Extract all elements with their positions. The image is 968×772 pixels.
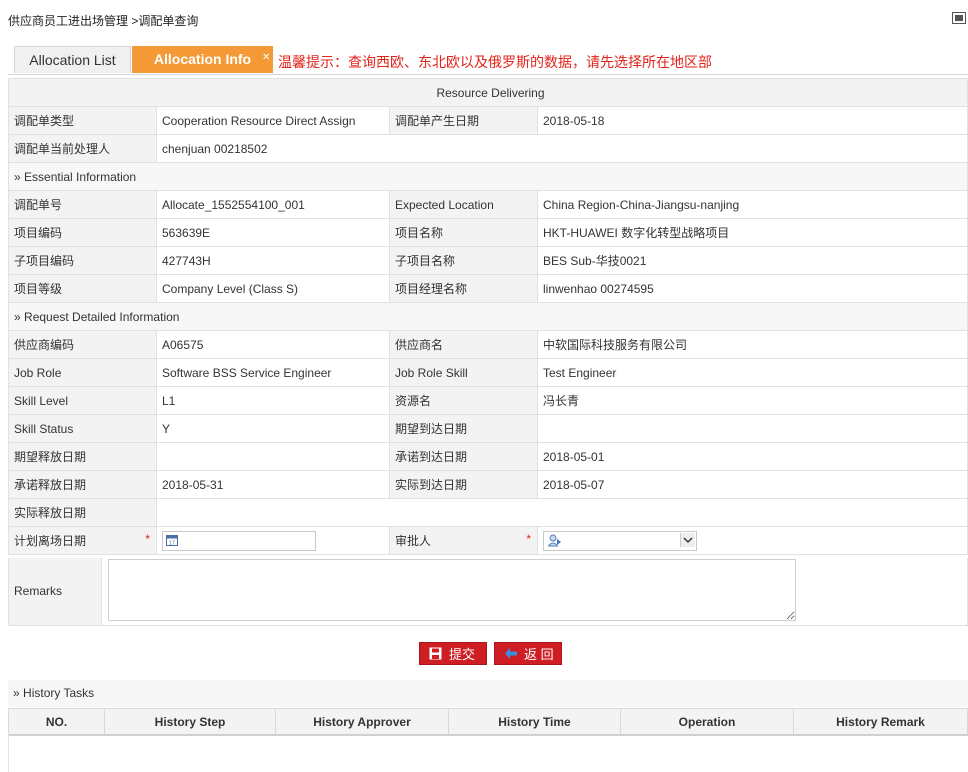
submit-button[interactable]: 提交: [419, 642, 487, 665]
submit-label: 提交: [449, 647, 476, 662]
subproject-name-label: 子项目名称: [389, 246, 538, 275]
approver-select[interactable]: [543, 530, 697, 551]
project-name-label: 项目名称: [389, 218, 538, 247]
subproject-code-value: 427743H: [156, 246, 390, 275]
skill-status-value: Y: [156, 414, 390, 443]
approver-cell-value: [537, 526, 968, 555]
supplier-name-label: 供应商名: [389, 330, 538, 359]
breadcrumb: 供应商员工进出场管理 >调配单查询: [8, 14, 199, 28]
expect-arrive-label: 期望到达日期: [389, 414, 538, 443]
skill-level-value: L1: [156, 386, 390, 415]
handler-value: chenjuan 00218502: [156, 134, 968, 163]
handler-label: 调配单当前处理人: [8, 134, 157, 163]
plan-leave-cell: 计划离场日期 *: [8, 526, 157, 555]
expect-release-value: [156, 442, 390, 471]
promise-arrive-value: 2018-05-01: [537, 442, 968, 471]
back-arrow-icon: [505, 648, 517, 659]
type-value: Cooperation Resource Direct Assign: [156, 106, 390, 135]
project-name-value: HKT-HUAWEI 数字化转型战略项目: [537, 218, 968, 247]
required-mark: *: [526, 532, 531, 546]
promise-release-value: 2018-05-31: [156, 470, 390, 499]
supplier-code-value: A06575: [156, 330, 390, 359]
approver-cell: 审批人 *: [389, 526, 538, 555]
subproject-code-label: 子项目编码: [8, 246, 157, 275]
tab-allocation-info[interactable]: Allocation Info: [132, 46, 273, 73]
date-label: 调配单产生日期: [389, 106, 538, 135]
required-mark: *: [145, 532, 150, 546]
pm-value: linwenhao 00274595: [537, 274, 968, 303]
history-body: [8, 732, 968, 772]
actual-arrive-value: 2018-05-07: [537, 470, 968, 499]
promise-arrive-label: 承诺到达日期: [389, 442, 538, 471]
remarks-row: Remarks: [8, 558, 968, 626]
supplier-name-value: 中软国际科技服务有限公司: [537, 330, 968, 359]
actual-release-label: 实际释放日期: [8, 498, 157, 527]
allocation-no-label: 调配单号: [8, 190, 157, 219]
location-label: Expected Location: [389, 190, 538, 219]
section-history-title: History Tasks: [23, 686, 95, 700]
hint-text: 温馨提示：查询西欧、东北欧以及俄罗斯的数据，请先选择所在地区部: [278, 54, 712, 70]
back-button[interactable]: 返 回: [494, 642, 562, 665]
collapse-icon: »: [14, 169, 21, 184]
tab-allocation-info-label: Allocation Info: [153, 51, 252, 67]
supplier-code-label: 供应商编码: [8, 330, 157, 359]
skill-status-label: Skill Status: [8, 414, 157, 443]
job-role-skill-value: Test Engineer: [537, 358, 968, 387]
plan-leave-label: 计划离场日期: [14, 534, 87, 548]
svg-text:17: 17: [169, 540, 175, 546]
project-code-value: 563639E: [156, 218, 390, 247]
close-tab-icon[interactable]: ✕: [262, 53, 271, 63]
remarks-textarea[interactable]: [108, 559, 796, 621]
remarks-label: Remarks: [9, 558, 102, 625]
actual-arrive-label: 实际到达日期: [389, 470, 538, 499]
job-role-skill-label: Job Role Skill: [389, 358, 538, 387]
location-value: China Region-China-Jiangsu-nanjing: [537, 190, 968, 219]
allocation-form: Resource Delivering 调配单类型 Cooperation Re…: [8, 78, 968, 555]
tab-allocation-list[interactable]: Allocation List: [14, 46, 131, 73]
job-role-value: Software BSS Service Engineer: [156, 358, 390, 387]
section-essential[interactable]: » Essential Information: [8, 162, 968, 191]
resource-value: 冯长青: [537, 386, 968, 415]
status-bar: Resource Delivering: [8, 78, 968, 107]
expect-arrive-value: [537, 414, 968, 443]
plan-leave-date-input[interactable]: 17: [162, 530, 316, 551]
maximize-icon[interactable]: [952, 12, 966, 24]
plan-leave-cell-value: 17: [156, 526, 390, 555]
date-value: 2018-05-18: [537, 106, 968, 135]
project-level-value: Company Level (Class S): [156, 274, 390, 303]
type-label: 调配单类型: [8, 106, 157, 135]
allocation-no-value: Allocate_1552554100_001: [156, 190, 390, 219]
resource-label: 资源名: [389, 386, 538, 415]
skill-level-label: Skill Level: [8, 386, 157, 415]
expand-icon: »: [13, 686, 20, 700]
project-code-label: 项目编码: [8, 218, 157, 247]
calendar-icon[interactable]: 17: [166, 534, 178, 546]
dropdown-arrow-icon[interactable]: [680, 532, 695, 547]
section-request-title: Request Detailed Information: [24, 309, 180, 324]
collapse-icon: »: [14, 309, 21, 324]
actual-release-value: [156, 498, 968, 527]
expect-release-label: 期望释放日期: [8, 442, 157, 471]
section-essential-title: Essential Information: [24, 169, 137, 184]
back-label: 返 回: [524, 647, 554, 662]
section-history[interactable]: » History Tasks: [8, 680, 968, 707]
save-icon: [429, 647, 442, 660]
approver-label: 审批人: [395, 534, 432, 548]
section-request[interactable]: » Request Detailed Information: [8, 302, 968, 331]
promise-release-label: 承诺释放日期: [8, 470, 157, 499]
job-role-label: Job Role: [8, 358, 157, 387]
person-picker-icon[interactable]: [548, 534, 562, 547]
pm-label: 项目经理名称: [389, 274, 538, 303]
subproject-name-value: BES Sub-华技0021: [537, 246, 968, 275]
project-level-label: 项目等级: [8, 274, 157, 303]
